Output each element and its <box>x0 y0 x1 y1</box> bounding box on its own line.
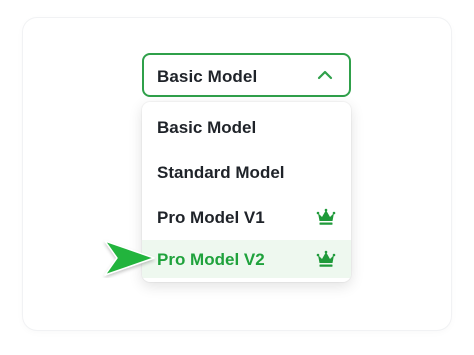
crown-icon <box>316 250 336 267</box>
selected-model-value: Basic Model <box>157 67 258 86</box>
option-label: Standard Model <box>157 163 285 182</box>
option-pro-model-v1[interactable]: Pro Model V1 <box>142 198 351 236</box>
option-label: Pro Model V2 <box>157 250 265 269</box>
option-label: Basic Model <box>157 118 257 137</box>
option-basic-model[interactable]: Basic Model <box>142 108 351 146</box>
model-select[interactable]: Basic Model <box>142 53 351 97</box>
option-pro-model-v2[interactable]: Pro Model V2 <box>142 240 351 278</box>
crown-icon <box>316 208 336 225</box>
pointer-arrow-icon <box>104 240 155 276</box>
option-standard-model[interactable]: Standard Model <box>142 153 351 191</box>
model-dropdown-menu: Basic Model Standard Model Pro Model V1 … <box>142 102 351 282</box>
canvas: Basic Model Basic Model Standard Model P… <box>0 0 474 355</box>
option-label: Pro Model V1 <box>157 208 265 227</box>
chevron-up-icon <box>317 70 333 80</box>
